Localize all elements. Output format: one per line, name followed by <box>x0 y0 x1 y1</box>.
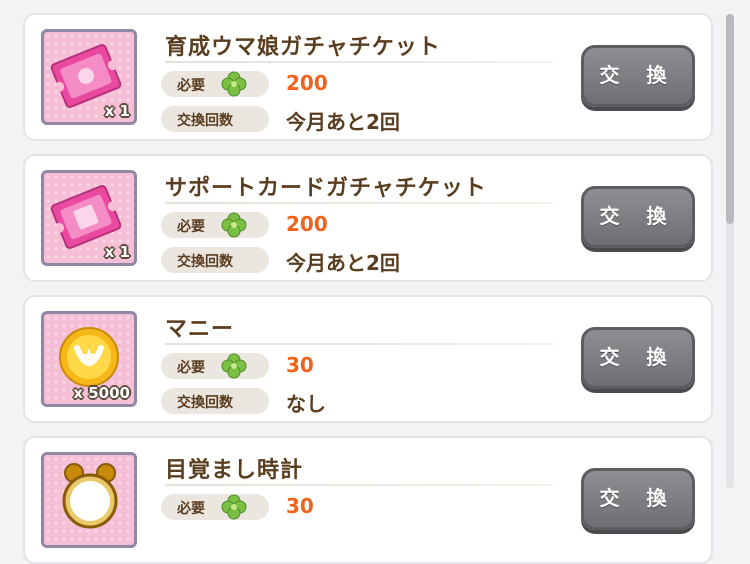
divider <box>165 343 553 345</box>
scrollbar-thumb[interactable] <box>726 14 734 224</box>
cost-value: 200 <box>286 212 328 236</box>
required-label: 必要 <box>161 353 269 379</box>
divider <box>165 61 553 63</box>
money-coin-icon <box>59 327 119 387</box>
divider <box>165 202 553 204</box>
clover-icon <box>221 494 247 520</box>
limit-value: 今月あと2回 <box>286 251 400 275</box>
item-thumbnail: x 1 <box>41 170 137 266</box>
ticket-pink-icon <box>50 185 122 249</box>
exchange-button[interactable]: 交 換 <box>581 186 695 248</box>
exchange-button[interactable]: 交 換 <box>581 327 695 389</box>
exchange-count-label: 交換回数 <box>161 106 269 132</box>
ticket-pink-icon <box>50 44 122 108</box>
alarm-clock-icon <box>62 463 118 529</box>
item-thumbnail <box>41 452 137 548</box>
item-name: マニー <box>165 317 235 342</box>
item-quantity: x 1 <box>104 102 130 120</box>
clover-icon <box>221 71 247 97</box>
cost-value: 30 <box>286 494 314 518</box>
item-name: サポートカードガチャチケット <box>165 176 487 201</box>
required-label: 必要 <box>161 494 269 520</box>
item-name: 育成ウマ娘ガチャチケット <box>165 35 441 60</box>
exchange-item: 目覚まし時計 必要 30 交 換 <box>23 436 713 564</box>
exchange-item: x 5000 マニー 必要 30 交換回数 なし 交 換 <box>23 295 713 423</box>
exchange-count-label: 交換回数 <box>161 247 269 273</box>
exchange-button[interactable]: 交 換 <box>581 468 695 530</box>
required-label: 必要 <box>161 212 269 238</box>
clover-icon <box>221 212 247 238</box>
item-thumbnail: x 1 <box>41 29 137 125</box>
exchange-item-list: x 1 育成ウマ娘ガチャチケット 必要 200 交換回数 今月あと2回 交 換 … <box>0 0 750 564</box>
item-quantity: x 5000 <box>73 384 130 402</box>
cost-value: 200 <box>286 71 328 95</box>
divider <box>165 484 553 486</box>
item-thumbnail: x 5000 <box>41 311 137 407</box>
clover-icon <box>221 353 247 379</box>
exchange-item: x 1 育成ウマ娘ガチャチケット 必要 200 交換回数 今月あと2回 交 換 <box>23 13 713 141</box>
cost-value: 30 <box>286 353 314 377</box>
item-quantity: x 1 <box>104 243 130 261</box>
exchange-count-label: 交換回数 <box>161 388 269 414</box>
item-name: 目覚まし時計 <box>165 458 304 483</box>
limit-value: 今月あと2回 <box>286 110 400 134</box>
limit-value: なし <box>286 392 326 416</box>
exchange-item: x 1 サポートカードガチャチケット 必要 200 交換回数 今月あと2回 交 … <box>23 154 713 282</box>
required-label: 必要 <box>161 71 269 97</box>
exchange-button[interactable]: 交 換 <box>581 45 695 107</box>
